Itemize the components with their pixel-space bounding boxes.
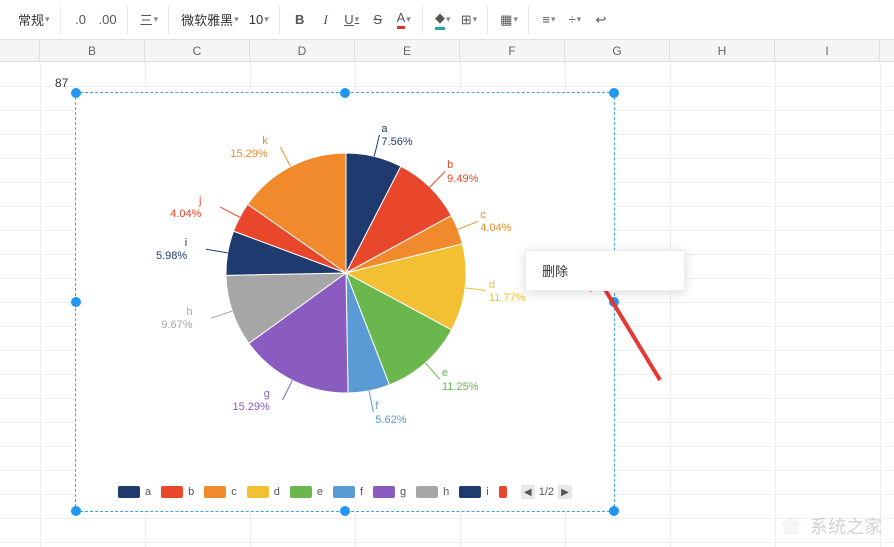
number-format-dropdown[interactable]: 常规▾	[14, 8, 54, 32]
delete-menu-item[interactable]: 删除	[526, 253, 684, 288]
align-icon: ≡	[542, 12, 550, 27]
slice-label: g15.29%	[233, 388, 270, 414]
resize-handle[interactable]	[609, 297, 619, 307]
border-icon: ⊞	[461, 12, 472, 28]
slice-label: k15.29%	[230, 135, 267, 161]
legend-item[interactable]: b	[161, 486, 194, 498]
increase-decimal-button[interactable]: .00	[95, 8, 121, 32]
resize-handle[interactable]	[340, 506, 350, 516]
wrap-icon: ↩	[596, 12, 607, 28]
decrease-decimal-button[interactable]: .0	[69, 8, 93, 32]
font-size-dropdown[interactable]: 10▾	[245, 8, 273, 32]
slice-label: e11.25%	[442, 367, 479, 393]
legend-item[interactable]: a	[118, 486, 151, 498]
resize-handle[interactable]	[609, 88, 619, 98]
col-header[interactable]: B	[40, 40, 145, 61]
paint-bucket-icon: ◆	[435, 10, 445, 30]
chart-object[interactable]: a7.56%b9.49%c4.04%d11.77%e11.25%f5.62%g1…	[75, 92, 615, 512]
underline-button[interactable]: U▾	[340, 8, 364, 32]
col-header[interactable]: G	[565, 40, 670, 61]
slice-label: i5.98%	[156, 237, 187, 263]
valign-icon: ÷	[569, 12, 576, 27]
legend-page: 1/2	[539, 486, 554, 498]
slice-label: f5.62%	[375, 400, 406, 426]
col-header[interactable]: E	[355, 40, 460, 61]
slice-label: d11.77%	[489, 279, 526, 305]
col-header[interactable]: F	[460, 40, 565, 61]
legend-item[interactable]: g	[373, 486, 406, 498]
resize-handle[interactable]	[340, 88, 350, 98]
legend-item[interactable]: h	[416, 486, 449, 498]
fill-color-button[interactable]: ◆▾	[431, 8, 455, 32]
slice-label: h9.67%	[161, 306, 192, 332]
italic-button[interactable]: I	[314, 8, 338, 32]
horizontal-align-button[interactable]: ≡▾	[537, 8, 561, 32]
legend-next-button[interactable]: ▶	[558, 485, 572, 499]
merge-icon: ▦	[500, 12, 512, 28]
resize-handle[interactable]	[71, 88, 81, 98]
bold-button[interactable]: B	[288, 8, 312, 32]
font-family-dropdown[interactable]: 微软雅黑▾	[177, 8, 243, 32]
watermark: 系统之家	[778, 513, 882, 539]
spreadsheet-grid[interactable]: B C D E F G H I 87 a7.56% b	[0, 40, 894, 547]
wrap-text-button[interactable]: ↩	[589, 8, 613, 32]
resize-handle[interactable]	[71, 297, 81, 307]
legend-prev-button[interactable]: ◀	[521, 485, 535, 499]
anchor-cell-label: 87	[55, 76, 68, 90]
legend-item[interactable]: f	[333, 486, 363, 498]
resize-handle[interactable]	[71, 506, 81, 516]
slice-label: j4.04%	[170, 195, 201, 221]
slice-label: a7.56%	[381, 123, 412, 149]
vertical-align-button[interactable]: ÷▾	[563, 8, 587, 32]
slice-label: c4.04%	[480, 209, 511, 235]
chart-legend[interactable]: abcdefghi ◀ 1/2 ▶	[118, 485, 572, 499]
legend-item[interactable]: d	[247, 486, 280, 498]
merge-cells-button[interactable]: ▦▾	[496, 8, 522, 32]
col-header[interactable]: I	[775, 40, 880, 61]
format-style-dropdown[interactable]: 三▾	[136, 8, 163, 32]
font-color-button[interactable]: A▾	[392, 8, 416, 32]
legend-item[interactable]: e	[290, 486, 323, 498]
slice-label: b9.49%	[447, 159, 478, 185]
legend-item[interactable]: c	[204, 486, 237, 498]
house-icon	[778, 513, 804, 539]
borders-button[interactable]: ⊞▾	[457, 8, 481, 32]
col-header[interactable]: H	[670, 40, 775, 61]
context-menu: 删除	[525, 250, 685, 291]
col-header[interactable]: D	[250, 40, 355, 61]
resize-handle[interactable]	[609, 506, 619, 516]
col-header[interactable]: C	[145, 40, 250, 61]
legend-item[interactable]	[499, 486, 507, 498]
formatting-toolbar: 常规▾ .0 .00 三▾ 微软雅黑▾ 10▾ B I U▾ S A▾ ◆▾ ⊞…	[0, 0, 894, 40]
legend-item[interactable]: i	[459, 486, 488, 498]
column-headers: B C D E F G H I	[0, 40, 894, 62]
strikethrough-button[interactable]: S	[366, 8, 390, 32]
